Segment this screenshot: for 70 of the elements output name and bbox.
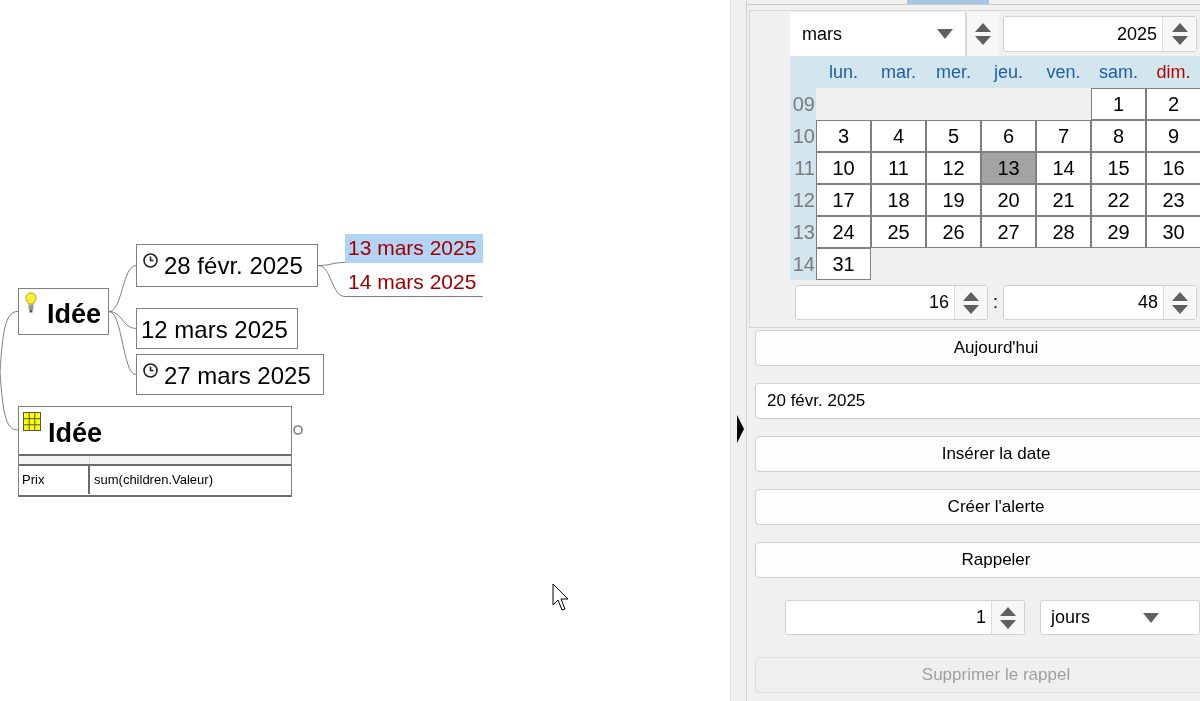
calendar-day[interactable]: 9	[1146, 120, 1200, 152]
action-button[interactable]: Aujourd'hui	[755, 330, 1200, 366]
calendar-day[interactable]: 27	[981, 216, 1036, 248]
weekday-label: dim.	[1146, 56, 1200, 88]
calendar-day[interactable]: 17	[816, 184, 871, 216]
hour-field[interactable]: 16	[795, 285, 988, 320]
calendar-day[interactable]: 10	[816, 152, 871, 184]
calendar-day[interactable]: 25	[871, 216, 926, 248]
splitter-arrow-icon[interactable]	[737, 415, 744, 443]
weekday-label: sam.	[1091, 56, 1146, 88]
calendar-day[interactable]: 19	[926, 184, 981, 216]
mind-map-node[interactable]: Idée Prix sum(children.Valeur)	[18, 406, 292, 497]
calendar-day[interactable]: 6	[981, 120, 1036, 152]
table-cell: Prix	[19, 466, 90, 494]
calendar-day[interactable]: 23	[1146, 184, 1200, 216]
action-button[interactable]: Insérer la date	[755, 436, 1200, 472]
weekday-label: jeu.	[981, 56, 1036, 88]
weekday-label: lun.	[816, 56, 871, 88]
weekday-label: mar.	[871, 56, 926, 88]
action-button[interactable]: Créer l'alerte	[755, 489, 1200, 525]
calendar-day[interactable]: 3	[816, 120, 871, 152]
month-dropdown[interactable]: mars	[790, 12, 965, 56]
calendar-day[interactable]: 29	[1091, 216, 1146, 248]
caret-down-icon	[1143, 612, 1159, 623]
calendar-day[interactable]: 13	[981, 152, 1036, 184]
week-number: 11	[790, 152, 816, 184]
calendar-day[interactable]: 7	[1036, 120, 1091, 152]
calendar-day[interactable]: 16	[1146, 152, 1200, 184]
calendar-day[interactable]: 15	[1091, 152, 1146, 184]
calendar-day[interactable]: 8	[1091, 120, 1146, 152]
year-field[interactable]: 2025	[1003, 16, 1197, 52]
week-number: 12	[790, 184, 816, 216]
date-field[interactable]: 20 févr. 2025	[755, 383, 1200, 419]
spinner-arrows-icon	[975, 21, 991, 47]
spin-button[interactable]	[954, 286, 987, 319]
weekday-label: ven.	[1036, 56, 1091, 88]
calendar-day[interactable]: 2	[1146, 88, 1200, 120]
calendar-day[interactable]: 26	[926, 216, 981, 248]
calendar-day[interactable]: 1	[1091, 88, 1146, 120]
calendar-day[interactable]: 4	[871, 120, 926, 152]
spin-button[interactable]	[1162, 17, 1196, 51]
unit-dropdown[interactable]: jours	[1040, 600, 1200, 635]
calendar-day[interactable]: 31	[816, 248, 871, 280]
time-separator: :	[992, 291, 999, 314]
calendar-day[interactable]: 14	[1036, 152, 1091, 184]
calendar-day[interactable]: 11	[871, 152, 926, 184]
spin-button[interactable]	[991, 601, 1024, 634]
calendar-day[interactable]: 18	[871, 184, 926, 216]
minute-field[interactable]: 48	[1003, 285, 1197, 320]
calendar-day[interactable]: 30	[1146, 216, 1200, 248]
spinner-arrows-icon	[1171, 21, 1188, 47]
week-number: 10	[790, 120, 816, 152]
calendar-day[interactable]: 22	[1091, 184, 1146, 216]
week-number: 09	[790, 88, 816, 120]
calendar-day[interactable]: 21	[1036, 184, 1091, 216]
calendar-day[interactable]: 28	[1036, 216, 1091, 248]
spin-button[interactable]	[965, 12, 999, 56]
week-number: 13	[790, 216, 816, 248]
calendar-day[interactable]: 24	[816, 216, 871, 248]
spin-button[interactable]	[1163, 286, 1196, 319]
weekday-label: mer.	[926, 56, 981, 88]
calendar-day[interactable]: 12	[926, 152, 981, 184]
calendar-day[interactable]: 5	[926, 120, 981, 152]
number-field[interactable]: 1	[785, 600, 1025, 635]
caret-down-icon	[937, 29, 953, 39]
table-cell-text: sum(children.Valeur)	[93, 471, 214, 490]
mind-map-node[interactable]: 13 mars 2025	[345, 234, 483, 263]
action-button[interactable]: Rappeler	[755, 542, 1200, 578]
calendar-day[interactable]: 20	[981, 184, 1036, 216]
week-number: 14	[790, 248, 816, 280]
